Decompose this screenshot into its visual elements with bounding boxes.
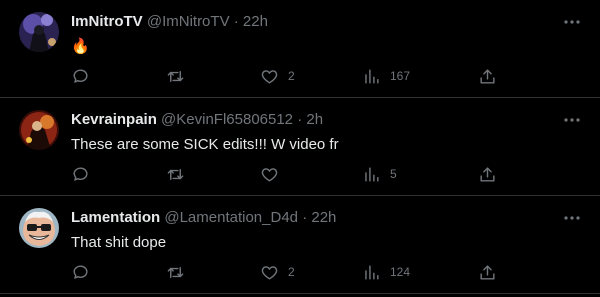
timestamp[interactable]: 22h bbox=[243, 13, 268, 30]
repost-icon bbox=[167, 168, 184, 180]
avatar[interactable] bbox=[19, 12, 59, 52]
more-options-icon[interactable] bbox=[562, 112, 582, 128]
views-chart-icon bbox=[365, 68, 379, 84]
share-button[interactable] bbox=[478, 64, 497, 88]
like-button[interactable]: 2 bbox=[260, 260, 295, 284]
timestamp[interactable]: 22h bbox=[311, 209, 336, 226]
separator-dot: · bbox=[302, 209, 308, 226]
user-handle[interactable]: @Lamentation_D4d bbox=[164, 209, 298, 226]
action-bar: 2 167 bbox=[0, 64, 600, 88]
share-button[interactable] bbox=[478, 260, 497, 284]
tweet[interactable]: ImNitroTV @ImNitroTV · 22h 🔥 2 167 bbox=[0, 0, 600, 98]
heart-icon bbox=[261, 167, 278, 182]
separator-dot: · bbox=[297, 111, 303, 128]
more-options-icon[interactable] bbox=[562, 14, 582, 30]
repost-button[interactable] bbox=[166, 162, 185, 186]
like-count: 2 bbox=[288, 69, 295, 83]
views-button[interactable]: 124 bbox=[362, 260, 410, 284]
repost-icon bbox=[167, 70, 184, 82]
tweet[interactable]: Kevrainpain @KevinFl65806512 · 2h These … bbox=[0, 98, 600, 196]
tweet-text: 🔥 bbox=[71, 38, 90, 55]
reply-button[interactable] bbox=[71, 64, 90, 88]
avatar[interactable] bbox=[19, 208, 59, 248]
share-icon bbox=[480, 68, 495, 84]
share-icon bbox=[480, 264, 495, 280]
reply-icon bbox=[73, 264, 88, 279]
share-button[interactable] bbox=[478, 162, 497, 186]
reply-icon bbox=[73, 68, 88, 83]
avatar[interactable] bbox=[19, 110, 59, 150]
action-bar: 5 bbox=[0, 162, 600, 186]
like-button[interactable] bbox=[260, 162, 288, 186]
like-button[interactable]: 2 bbox=[260, 64, 295, 88]
heart-icon bbox=[261, 265, 278, 280]
more-options-icon[interactable] bbox=[562, 210, 582, 226]
repost-icon bbox=[167, 266, 184, 278]
repost-button[interactable] bbox=[166, 64, 185, 88]
like-count: 2 bbox=[288, 265, 295, 279]
display-name[interactable]: ImNitroTV bbox=[71, 13, 143, 30]
view-count: 124 bbox=[390, 265, 411, 279]
tweet-text: These are some SICK edits!!! W video fr bbox=[71, 136, 339, 153]
reply-button[interactable] bbox=[71, 162, 90, 186]
views-button[interactable]: 5 bbox=[362, 162, 397, 186]
reply-button[interactable] bbox=[71, 260, 90, 284]
tweet-header: Kevrainpain @KevinFl65806512 · 2h bbox=[71, 111, 323, 129]
views-chart-icon bbox=[365, 166, 379, 182]
action-bar: 2 124 bbox=[0, 260, 600, 284]
user-handle[interactable]: @ImNitroTV bbox=[147, 13, 230, 30]
user-handle[interactable]: @KevinFl65806512 bbox=[161, 111, 293, 128]
view-count: 5 bbox=[390, 167, 397, 181]
display-name[interactable]: Lamentation bbox=[71, 209, 160, 226]
views-button[interactable]: 167 bbox=[362, 64, 410, 88]
repost-button[interactable] bbox=[166, 260, 185, 284]
display-name[interactable]: Kevrainpain bbox=[71, 111, 157, 128]
tweet-header: Lamentation @Lamentation_D4d · 22h bbox=[71, 209, 336, 227]
tweet-text: That shit dope bbox=[71, 234, 167, 251]
tweet[interactable]: Lamentation @Lamentation_D4d · 22h That … bbox=[0, 196, 600, 294]
heart-icon bbox=[261, 69, 278, 84]
reply-icon bbox=[73, 166, 88, 181]
tweet-header: ImNitroTV @ImNitroTV · 22h bbox=[71, 13, 268, 31]
share-icon bbox=[480, 166, 495, 182]
separator-dot: · bbox=[233, 13, 239, 30]
view-count: 167 bbox=[390, 69, 411, 83]
timestamp[interactable]: 2h bbox=[306, 111, 323, 128]
views-chart-icon bbox=[365, 264, 379, 280]
